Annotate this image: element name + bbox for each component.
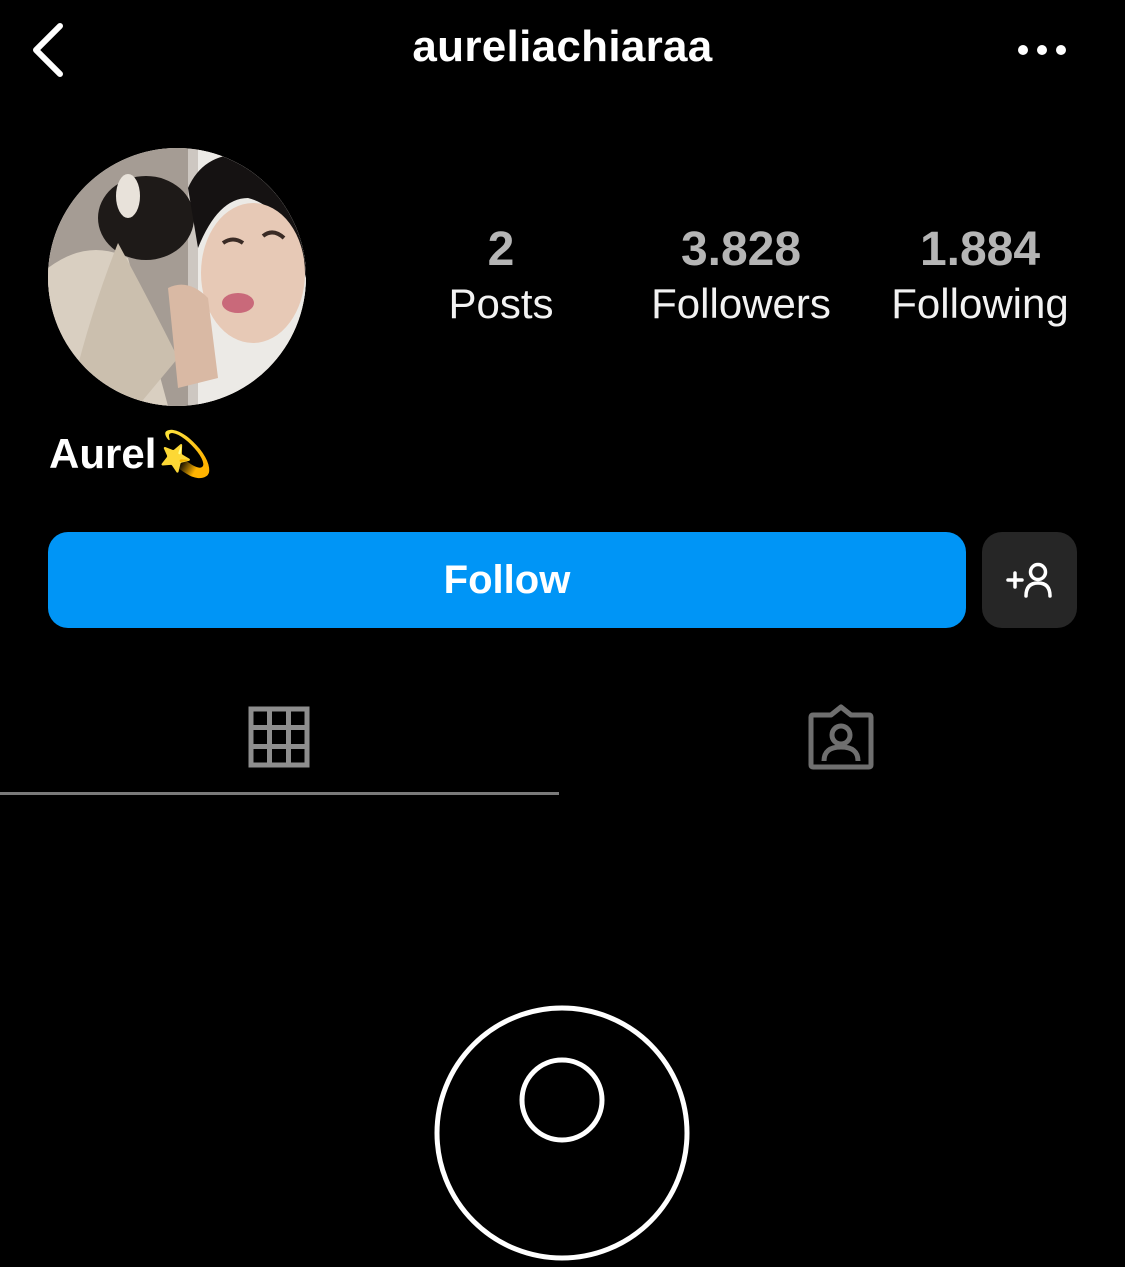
tab-posts-grid[interactable] — [0, 680, 558, 794]
dizzy-emoji: 💫 — [158, 430, 214, 479]
profile-username: aureliachiaraa — [412, 22, 713, 71]
follow-button[interactable]: Follow — [48, 532, 966, 628]
tab-tagged[interactable] — [562, 680, 1120, 794]
display-name-text: Aurel — [49, 430, 157, 477]
more-options-button[interactable] — [1000, 20, 1084, 80]
posts-label: Posts — [448, 280, 554, 327]
stat-posts: 2 Posts — [381, 222, 621, 330]
camera-icon — [434, 1005, 690, 1261]
active-tab-indicator — [0, 792, 559, 795]
suggested-accounts-button[interactable] — [982, 532, 1077, 628]
followers-count: 3.828 — [680, 223, 802, 276]
tagged-user-icon — [808, 704, 874, 770]
avatar-photo — [48, 148, 306, 406]
add-person-icon — [1005, 562, 1052, 598]
empty-posts-placeholder — [433, 1004, 691, 1262]
grid-icon — [248, 706, 310, 768]
stat-following[interactable]: 1.884 Following — [860, 222, 1100, 330]
following-label: Following — [891, 280, 1069, 327]
followers-label: Followers — [651, 280, 831, 327]
more-horizontal-icon — [1018, 45, 1066, 55]
display-name: Aurel 💫 — [49, 428, 213, 480]
stat-followers[interactable]: 3.828 Followers — [621, 222, 861, 330]
following-count: 1.884 — [919, 223, 1041, 276]
profile-avatar[interactable] — [48, 148, 306, 406]
posts-count: 2 — [487, 223, 515, 276]
